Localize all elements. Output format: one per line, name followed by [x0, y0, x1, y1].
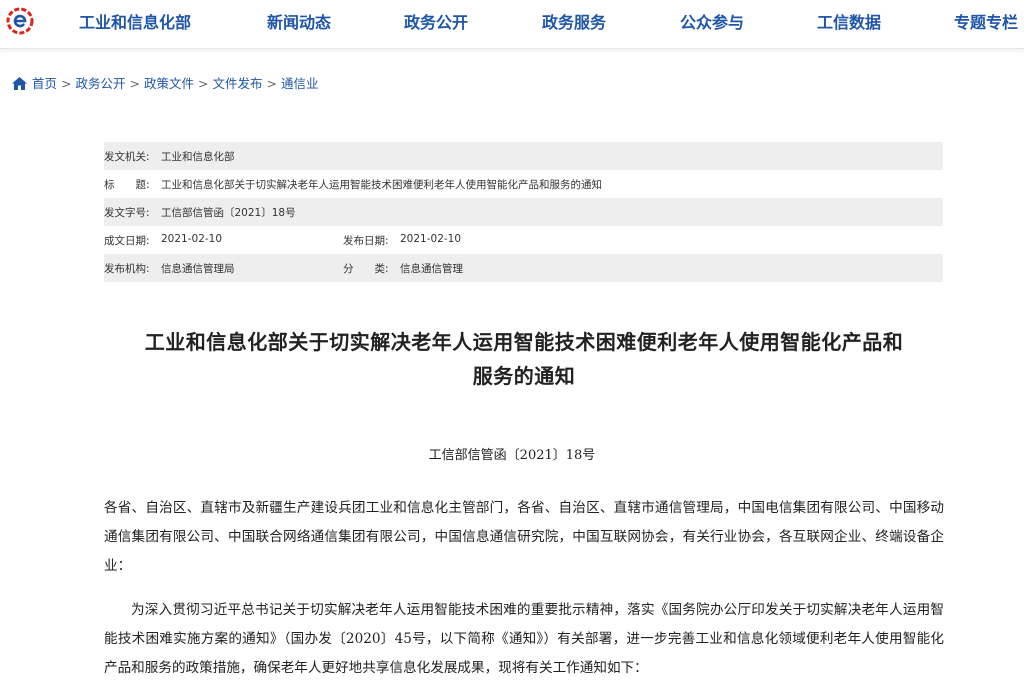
meta-published-label: 发布日期:	[343, 235, 389, 247]
breadcrumb-separator: >	[61, 76, 72, 91]
meta-created-label: 成文日期:	[104, 235, 150, 247]
breadcrumb-home[interactable]: 首页	[32, 76, 57, 91]
meta-docno-label: 发文字号:	[104, 207, 150, 219]
document-title-line-1: 工业和信息化部关于切实解决老年人运用智能技术困难便利老年人使用智能化产品和	[144, 330, 904, 355]
meta-row-docno: 发文字号: 工信部信管函〔2021〕18号	[104, 198, 943, 226]
top-navigation: 工业和信息化部 新闻动态 政务公开 政务服务 公众参与 工信数据 专题专栏	[0, 0, 1024, 49]
meta-title-label: 标 题:	[104, 179, 150, 191]
body-paragraph: 为深入贯彻习近平总书记关于切实解决老年人运用智能技术困难的重要批示精神，落实《国…	[104, 602, 944, 676]
meta-category-label: 分 类:	[343, 263, 389, 275]
document-title-line-2: 服务的通知	[472, 364, 576, 389]
meta-title-value: 工业和信息化部关于切实解决老年人运用智能技术困难便利老年人使用智能化产品和服务的…	[161, 179, 602, 191]
breadcrumb-separator: >	[198, 76, 209, 91]
breadcrumb-document-release[interactable]: 文件发布	[213, 76, 263, 91]
meta-agency-value: 信息通信管理局	[161, 263, 235, 275]
mii-logo-icon[interactable]	[6, 7, 34, 35]
meta-row-title: 标 题: 工业和信息化部关于切实解决老年人运用智能技术困难便利老年人使用智能化产…	[104, 170, 943, 198]
nav-item-data[interactable]: 工信数据	[817, 9, 881, 33]
nav-item-news[interactable]: 新闻动态	[267, 9, 331, 33]
meta-agency-label: 发布机构:	[104, 263, 150, 275]
document-metadata-table: 发文机关: 工业和信息化部 标 题: 工业和信息化部关于切实解决老年人运用智能技…	[104, 142, 943, 282]
nav-item-special-topics[interactable]: 专题专栏	[954, 9, 1018, 33]
meta-issuer-value: 工业和信息化部	[161, 151, 235, 163]
breadcrumb-policy-documents[interactable]: 政策文件	[144, 76, 194, 91]
nav-item-government-affairs[interactable]: 政务公开	[404, 9, 468, 33]
breadcrumb-separator: >	[129, 76, 140, 91]
breadcrumb-telecom[interactable]: 通信业	[281, 76, 319, 91]
nav-item-public-participation[interactable]: 公众参与	[680, 9, 744, 33]
meta-row-dates: 成文日期: 2021-02-10 发布日期: 2021-02-10	[104, 226, 943, 254]
meta-docno-value: 工信部信管函〔2021〕18号	[161, 207, 296, 219]
meta-created-value: 2021-02-10	[161, 233, 223, 245]
meta-row-issuer: 发文机关: 工业和信息化部	[104, 142, 943, 170]
meta-published-value: 2021-02-10	[400, 233, 462, 245]
breadcrumb: 首页 > 政务公开 > 政策文件 > 文件发布 > 通信业	[12, 73, 319, 92]
meta-row-agency: 发布机构: 信息通信管理局 分 类: 信息通信管理	[104, 254, 943, 282]
nav-item-government-services[interactable]: 政务服务	[542, 9, 606, 33]
document-title: 工业和信息化部关于切实解决老年人运用智能技术困难便利老年人使用智能化产品和 服务…	[80, 325, 968, 393]
meta-issuer-label: 发文机关:	[104, 151, 150, 163]
document-number: 工信部信管函〔2021〕18号	[428, 448, 596, 463]
breadcrumb-government-affairs[interactable]: 政务公开	[76, 76, 126, 91]
meta-category-value: 信息通信管理	[400, 263, 463, 275]
breadcrumb-separator: >	[266, 76, 277, 91]
nav-item-ministry[interactable]: 工业和信息化部	[79, 9, 191, 33]
addressee-paragraph: 各省、自治区、直辖市及新疆生产建设兵团工业和信息化主管部门，各省、自治区、直辖市…	[104, 500, 944, 574]
home-icon[interactable]	[12, 77, 27, 90]
